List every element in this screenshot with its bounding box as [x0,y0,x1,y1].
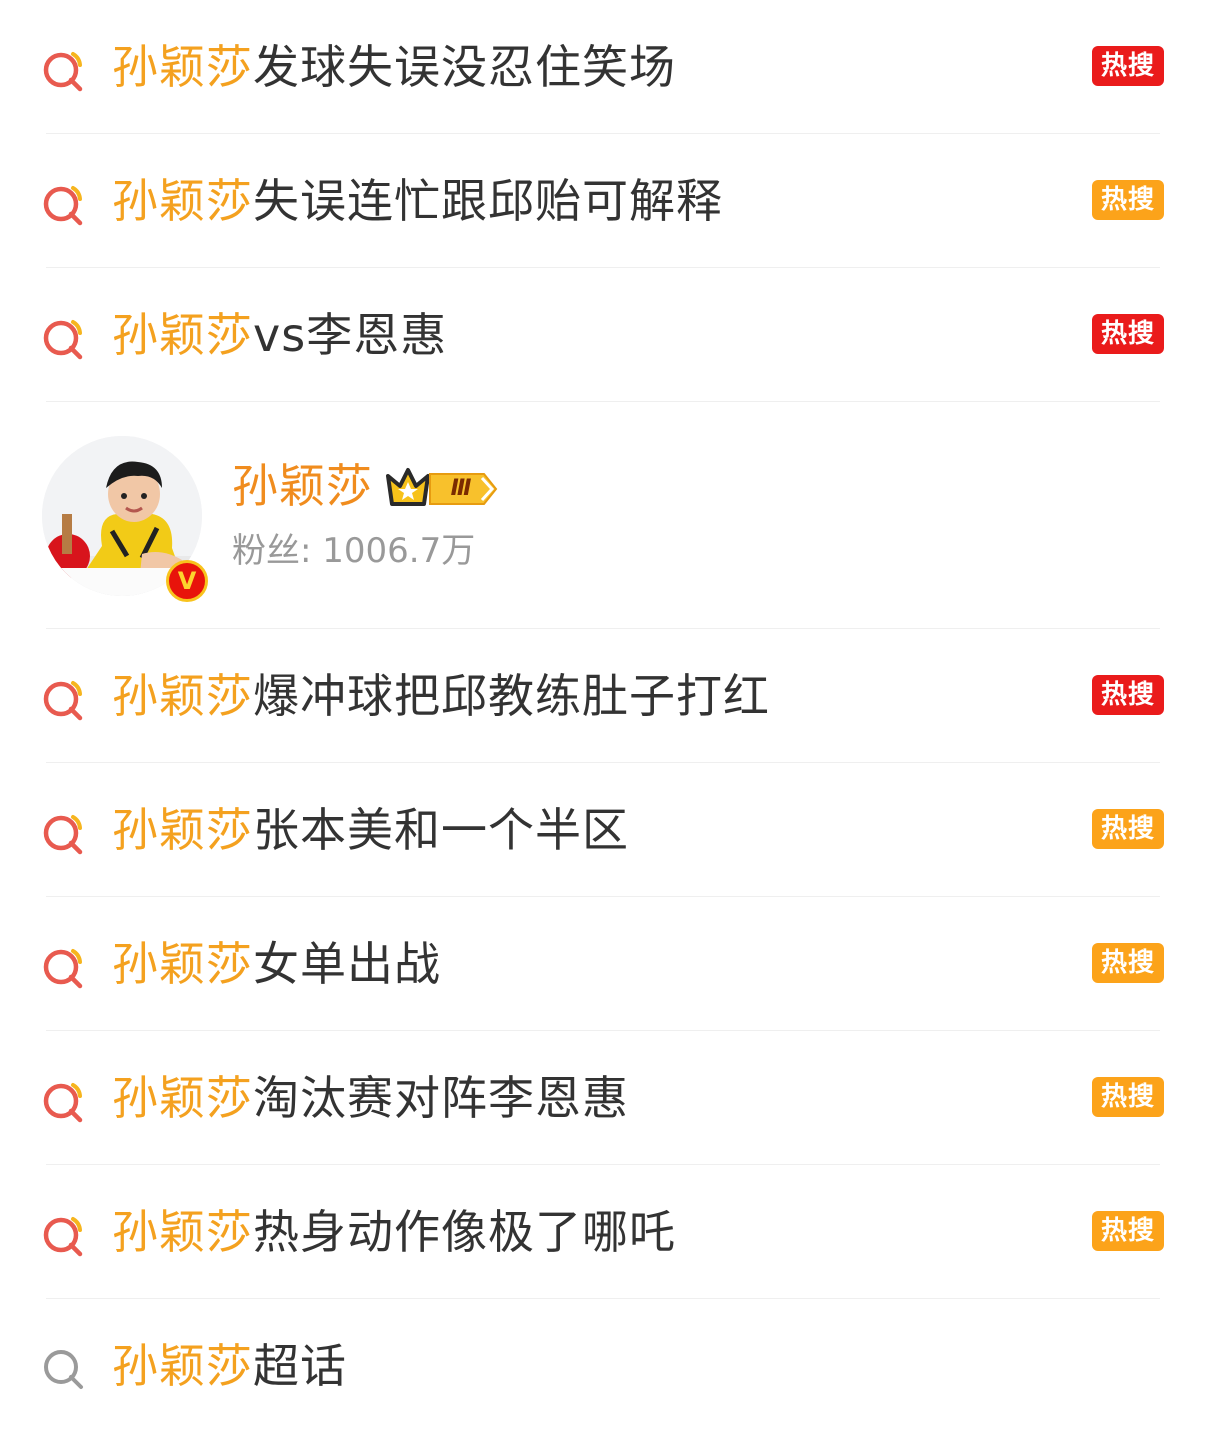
hot-badge: 热搜 [1092,314,1164,354]
hot-badge: 热搜 [1092,1077,1164,1117]
suggestion-text: 孙颖莎爆冲球把邱教练肚子打红 [112,669,770,723]
hot-badge: 热搜 [1092,1211,1164,1251]
suggestion-text: 孙颖莎女单出战 [112,937,441,991]
suggestion-item[interactable]: 孙颖莎发球失误没忍住笑场 热搜 [43,0,1164,134]
hot-search-icon [43,1083,83,1123]
hot-search-icon [43,320,83,360]
suggestion-text: 孙颖莎热身动作像极了哪吒 [112,1205,676,1259]
hot-search-icon [43,681,83,721]
fans-count: 粉丝: 1006.7万 [232,531,476,571]
suggestion-item[interactable]: 孙颖莎张本美和一个半区 热搜 [43,763,1164,897]
hot-badge: 热搜 [1092,46,1164,86]
suggestion-text: 孙颖莎失误连忙跟邱贻可解释 [112,174,723,228]
suggestion-item[interactable]: 孙颖莎爆冲球把邱教练肚子打红 热搜 [43,629,1164,763]
hot-search-icon [43,1217,83,1257]
suggestion-text: 孙颖莎淘汰赛对阵李恩惠 [112,1071,629,1125]
suggestion-item[interactable]: 孙颖莎热身动作像极了哪吒 热搜 [43,1165,1164,1299]
topic-item[interactable]: 孙颖莎超话 [44,1299,1160,1433]
suggestion-item[interactable]: 孙颖莎女单出战 热搜 [43,897,1164,1031]
user-card[interactable]: V 孙颖莎 Ⅲ 粉丝: 1006.7万 [42,402,1160,629]
suggestion-item[interactable]: 孙颖莎vs李恩惠 热搜 [43,268,1164,402]
hot-badge: 热搜 [1092,943,1164,983]
hot-badge: 热搜 [1092,809,1164,849]
verified-icon: V [166,560,208,602]
hot-badge: 热搜 [1092,180,1164,220]
suggestion-text: 孙颖莎超话 [112,1339,347,1393]
suggestion-item[interactable]: 孙颖莎失误连忙跟邱贻可解释 热搜 [43,134,1164,268]
user-name: 孙颖莎 [232,459,373,513]
hot-search-icon [43,949,83,989]
suggestion-text: 孙颖莎vs李恩惠 [112,308,448,362]
search-icon [44,1350,83,1389]
hot-search-icon [43,52,83,92]
suggestion-text: 孙颖莎张本美和一个半区 [112,803,629,857]
hot-badge: 热搜 [1092,675,1164,715]
suggestion-item[interactable]: 孙颖莎淘汰赛对阵李恩惠 热搜 [43,1031,1164,1165]
level-badge: Ⅲ [450,476,472,501]
search-suggestion-list: 孙颖莎发球失误没忍住笑场 热搜 孙颖莎失误连忙跟邱贻可解释 热搜 孙颖莎vs李恩… [0,0,1206,1433]
hot-search-icon [43,815,83,855]
hot-search-icon [43,186,83,226]
suggestion-text: 孙颖莎发球失误没忍住笑场 [112,40,676,94]
